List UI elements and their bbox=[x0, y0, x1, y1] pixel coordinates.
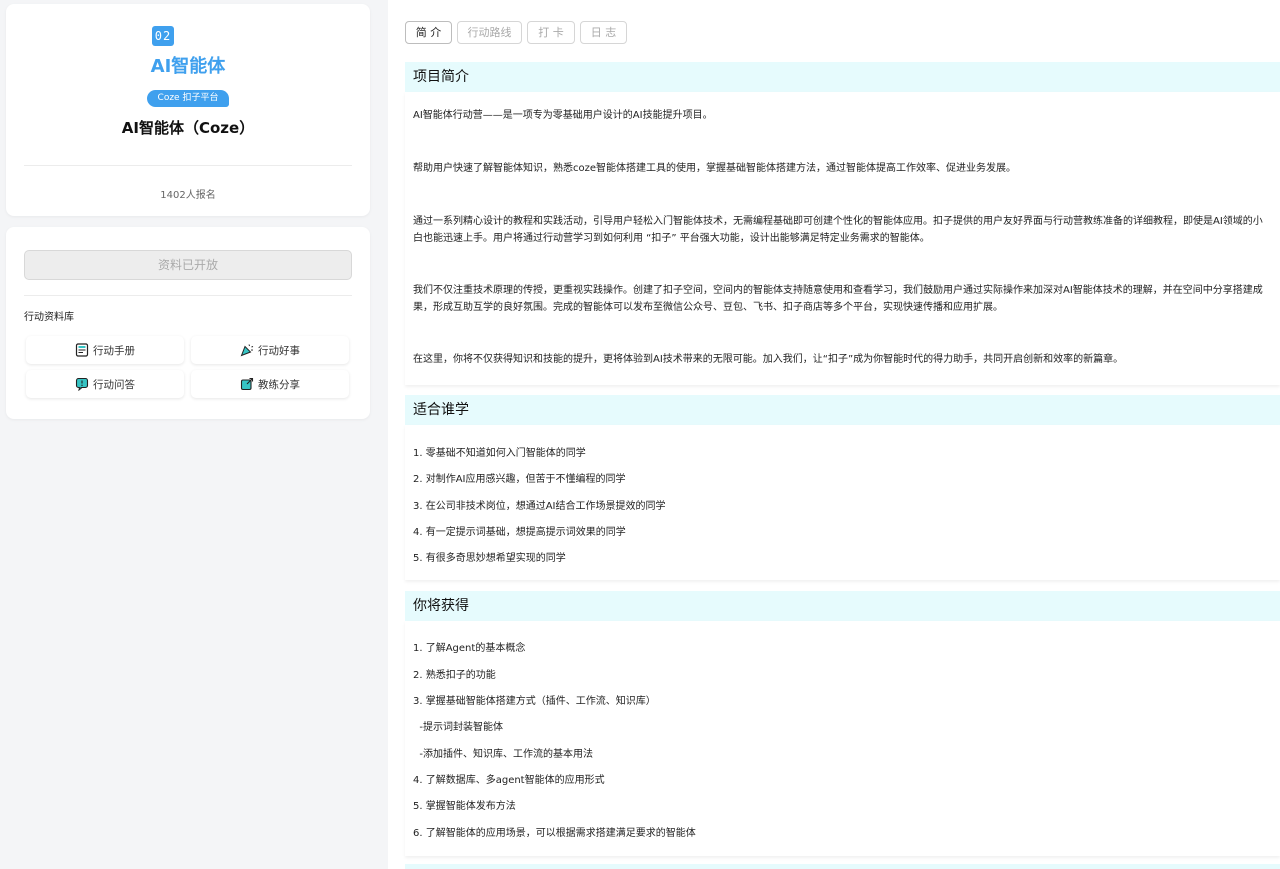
section-title-audience: 适合谁学 bbox=[405, 395, 1280, 425]
resource-label: 行动问答 bbox=[93, 378, 135, 391]
tab-bar: 简 介 行动路线 打 卡 日 志 bbox=[405, 21, 627, 44]
intro-paragraph: 通过一系列精心设计的教程和实践活动，引导用户轻松入门智能体技术，无需编程基础即可… bbox=[413, 216, 1263, 244]
list-item: 3. 掌握基础智能体搭建方式（插件、工作流、知识库） bbox=[413, 696, 656, 707]
course-number-badge: 02 bbox=[152, 26, 174, 46]
materials-open-button[interactable]: 资料已开放 bbox=[24, 250, 352, 280]
list-subitem: -提示词封装智能体 bbox=[413, 722, 503, 733]
section-title-intro: 项目简介 bbox=[405, 62, 1280, 92]
resource-label: 行动手册 bbox=[93, 344, 135, 357]
left-sidebar: 02 AI智能体 Coze 扣子平台 AI智能体（Coze） 1402人报名 资… bbox=[0, 0, 388, 869]
list-item: 6. 了解智能体的应用场景，可以根据需求搭建满足要求的智能体 bbox=[413, 828, 696, 839]
resource-qa[interactable]: 行动问答 bbox=[26, 370, 184, 398]
brand-title: AI智能体 bbox=[150, 56, 226, 77]
tab-log[interactable]: 日 志 bbox=[580, 21, 627, 44]
section-gains bbox=[405, 621, 1280, 856]
list-item: 5. 掌握智能体发布方法 bbox=[413, 801, 516, 812]
share-icon bbox=[240, 377, 254, 391]
tab-intro[interactable]: 简 介 bbox=[405, 21, 452, 44]
resources-card: 资料已开放 行动资料库 行动手册 行动好事 行动问答 教练分享 bbox=[6, 227, 370, 419]
handbook-icon bbox=[75, 343, 89, 357]
resource-label: 行动好事 bbox=[258, 344, 300, 357]
divider bbox=[24, 165, 352, 166]
enroll-count: 1402人报名 bbox=[160, 190, 216, 201]
intro-paragraph: 帮助用户快速了解智能体知识，熟悉coze智能体搭建工具的使用，掌握基础智能体搭建… bbox=[413, 163, 1017, 174]
list-item: 4. 了解数据库、多agent智能体的应用形式 bbox=[413, 775, 605, 786]
list-item: 2. 对制作AI应用感兴趣，但苦于不懂编程的同学 bbox=[413, 474, 626, 485]
intro-paragraph: 在这里，你将不仅获得知识和技能的提升，更将体验到AI技术带来的无限可能。加入我们… bbox=[413, 354, 1124, 365]
next-section-edge bbox=[405, 864, 1280, 869]
resource-coach-share[interactable]: 教练分享 bbox=[191, 370, 349, 398]
intro-paragraph: 我们不仅注重技术原理的传授，更重视实践操作。创建了扣子空间，空间内的智能体支持随… bbox=[413, 285, 1263, 313]
list-item: 2. 熟悉扣子的功能 bbox=[413, 670, 496, 681]
course-title: AI智能体（Coze） bbox=[121, 119, 255, 137]
library-label: 行动资料库 bbox=[24, 312, 74, 323]
course-info-card: 02 AI智能体 Coze 扣子平台 AI智能体（Coze） 1402人报名 bbox=[6, 4, 370, 216]
divider bbox=[24, 295, 352, 296]
qa-icon bbox=[75, 377, 89, 391]
resource-good-news[interactable]: 行动好事 bbox=[191, 336, 349, 364]
resource-label: 教练分享 bbox=[258, 378, 300, 391]
list-item: 3. 在公司非技术岗位，想通过AI结合工作场景提效的同学 bbox=[413, 501, 666, 512]
main-content: 简 介 行动路线 打 卡 日 志 项目简介 AI智能体行动营——是一项专为零基础… bbox=[388, 0, 1280, 869]
resource-handbook[interactable]: 行动手册 bbox=[26, 336, 184, 364]
tab-checkin[interactable]: 打 卡 bbox=[527, 21, 575, 44]
intro-paragraph: AI智能体行动营——是一项专为零基础用户设计的AI技能提升项目。 bbox=[413, 110, 713, 121]
party-popper-icon bbox=[240, 344, 254, 357]
section-title-gains: 你将获得 bbox=[405, 591, 1280, 621]
list-subitem: -添加插件、知识库、工作流的基本用法 bbox=[413, 749, 593, 760]
list-item: 1. 零基础不知道如何入门智能体的同学 bbox=[413, 448, 586, 459]
list-item: 1. 了解Agent的基本概念 bbox=[413, 643, 526, 654]
list-item: 4. 有一定提示词基础，想提高提示词效果的同学 bbox=[413, 527, 626, 538]
list-item: 5. 有很多奇思妙想希望实现的同学 bbox=[413, 553, 566, 564]
platform-pill: Coze 扣子平台 bbox=[147, 90, 229, 107]
tab-route[interactable]: 行动路线 bbox=[457, 21, 522, 44]
